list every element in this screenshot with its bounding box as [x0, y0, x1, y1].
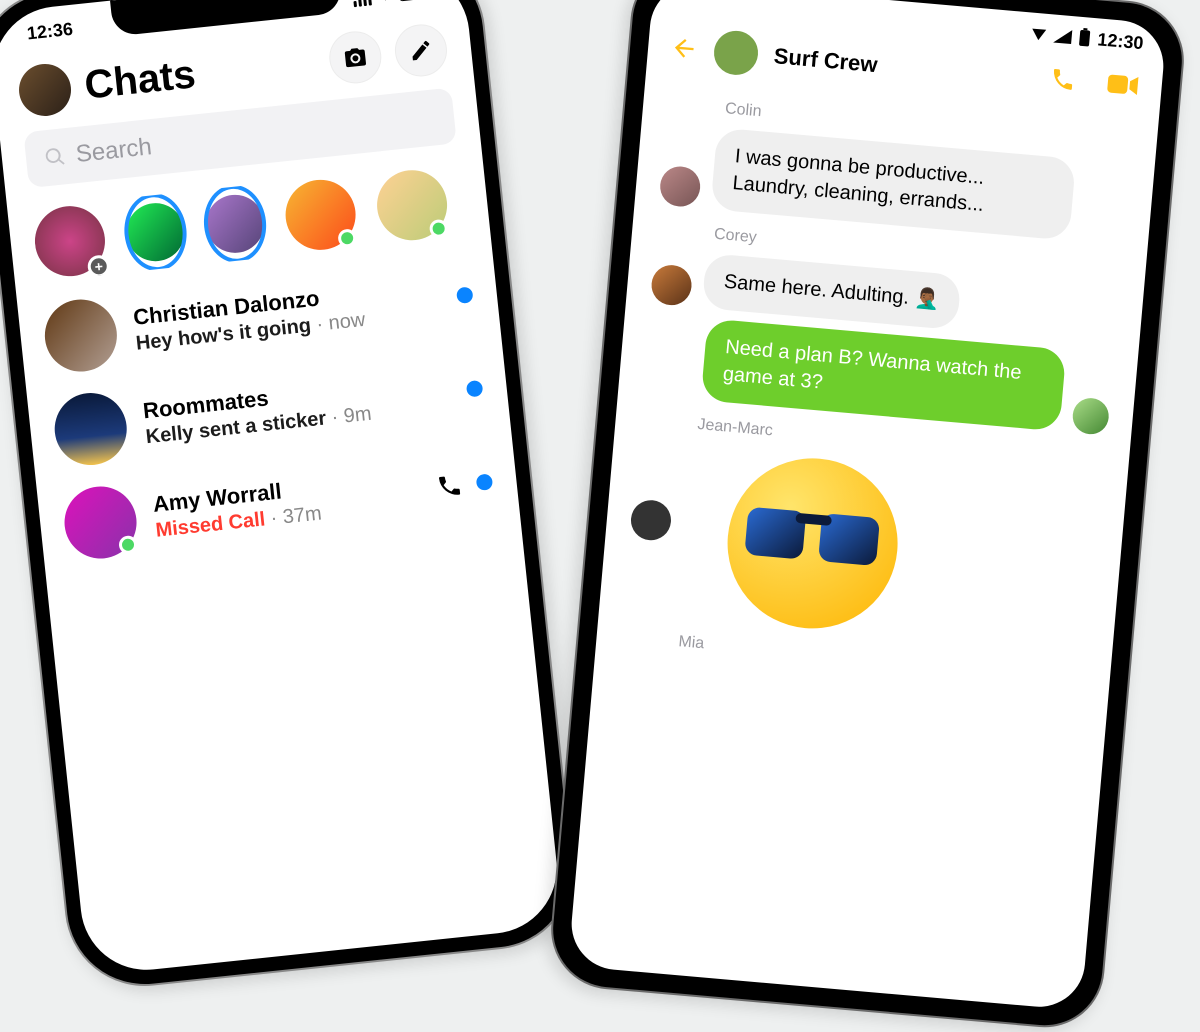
battery-icon [1079, 30, 1090, 47]
sender-avatar [659, 165, 702, 208]
message-row[interactable] [623, 439, 1103, 653]
chat-avatar [41, 296, 120, 375]
dropdown-icon [1031, 28, 1046, 40]
battery-icon [398, 0, 427, 1]
chat-item[interactable]: Amy Worrall Missed Call · 37m [61, 446, 496, 563]
sender-avatar [629, 499, 672, 542]
wifi-icon [374, 0, 395, 4]
iphone-screen: 12:36 Chats Search [0, 0, 563, 976]
online-dot-icon [337, 228, 357, 248]
unread-dot-icon [466, 380, 484, 398]
signal-icon [1053, 29, 1072, 45]
chat-avatar [51, 389, 130, 468]
user-avatar[interactable] [16, 61, 73, 118]
message-bubble: Need a plan B? Wanna watch the game at 3… [701, 318, 1067, 431]
your-story[interactable]: + [31, 201, 108, 282]
video-icon [1105, 71, 1141, 98]
chat-item[interactable]: Christian Dalonzo Hey how's it going · n… [41, 259, 476, 376]
chat-list: Christian Dalonzo Hey how's it going · n… [41, 259, 496, 563]
chat-item[interactable]: Roommates Kelly sent a sticker · 9m [51, 352, 486, 469]
conversation-title[interactable]: Surf Crew [773, 43, 1035, 92]
iphone-frame: 12:36 Chats Search [0, 0, 581, 994]
unread-dot-icon [476, 473, 494, 491]
signal-icon [352, 0, 371, 7]
search-placeholder: Search [75, 133, 154, 169]
story-item[interactable] [123, 192, 188, 272]
group-avatar[interactable] [712, 29, 760, 77]
sunglasses-sticker [720, 451, 904, 635]
camera-icon [342, 44, 368, 70]
camera-button[interactable] [327, 29, 384, 86]
story-item[interactable] [202, 184, 267, 264]
sender-avatar [650, 263, 693, 306]
story-item[interactable] [373, 165, 450, 246]
online-dot-icon [429, 219, 449, 239]
story-avatar [203, 192, 267, 256]
status-time: 12:36 [26, 18, 74, 44]
chat-avatar [61, 483, 140, 562]
message-bubble: Same here. Adulting. 🤦🏾‍♂️ [702, 253, 962, 330]
plus-icon: + [87, 254, 111, 278]
story-avatar [124, 200, 188, 264]
voice-call-button[interactable] [1048, 65, 1077, 98]
compose-button[interactable] [392, 22, 449, 79]
video-call-button[interactable] [1104, 71, 1140, 103]
story-item[interactable] [282, 174, 359, 255]
story-item[interactable] [465, 163, 467, 236]
story-avatar [465, 163, 467, 234]
unread-dot-icon [456, 286, 474, 304]
search-icon [43, 145, 67, 169]
page-title: Chats [82, 39, 317, 108]
sender-avatar [1071, 397, 1110, 436]
phone-icon [1049, 65, 1077, 93]
back-button[interactable] [669, 33, 699, 63]
status-time: 12:30 [1097, 29, 1145, 54]
message-thread[interactable]: Colin I was gonna be productive... Laund… [595, 81, 1158, 695]
online-dot-icon [118, 535, 138, 555]
phone-icon[interactable] [435, 472, 464, 501]
pixel-frame: 12:30 Surf Crew Colin I was gonna be pro… [546, 0, 1189, 1032]
compose-icon [408, 37, 434, 63]
pixel-screen: 12:30 Surf Crew Colin I was gonna be pro… [568, 0, 1167, 1011]
message-bubble: I was gonna be productive... Laundry, cl… [710, 128, 1076, 241]
